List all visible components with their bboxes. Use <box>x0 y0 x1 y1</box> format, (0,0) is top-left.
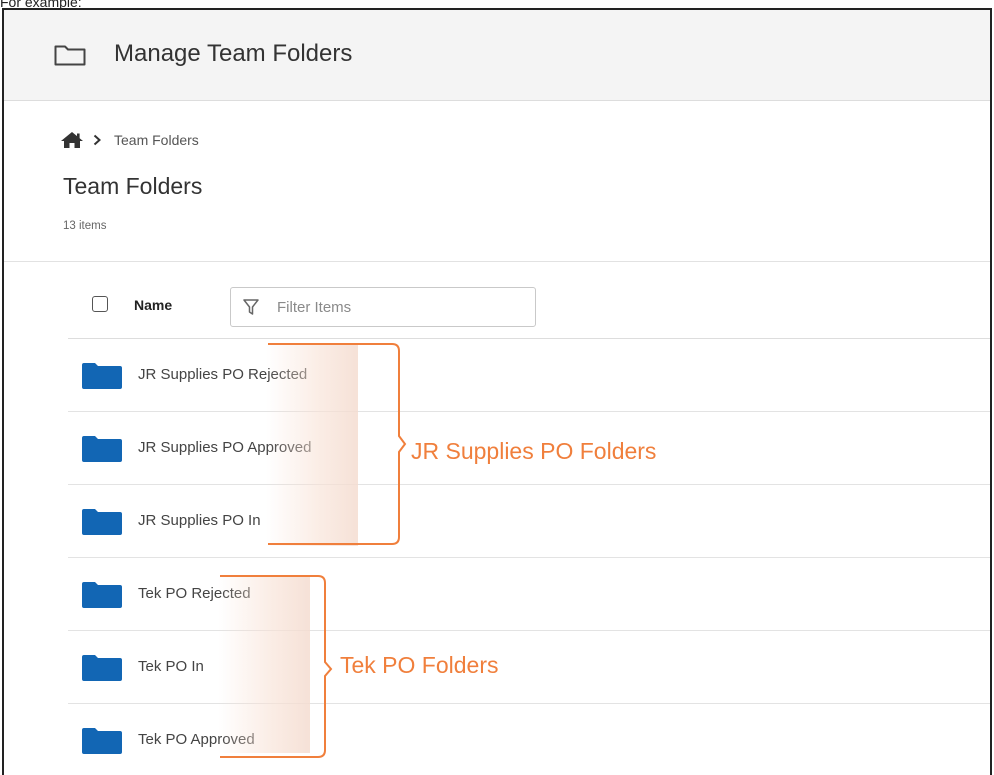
app-window: Manage Team Folders Team Folders Team Fo… <box>2 8 992 775</box>
list-item[interactable]: JR Supplies PO Rejected <box>68 339 990 412</box>
folder-outline-icon <box>54 45 86 66</box>
filter-input[interactable] <box>277 297 517 317</box>
folder-name[interactable]: Tek PO In <box>138 658 204 675</box>
chevron-right-icon <box>93 134 101 146</box>
folder-icon <box>82 655 122 681</box>
breadcrumb-current[interactable]: Team Folders <box>114 132 199 148</box>
folder-list: JR Supplies PO Rejected JR Supplies PO A… <box>68 339 990 775</box>
home-icon[interactable] <box>60 131 84 149</box>
page-title: Team Folders <box>63 173 203 199</box>
list-item[interactable]: JR Supplies PO In <box>68 485 990 558</box>
bracket-icon <box>220 575 333 758</box>
list-item[interactable]: Tek PO Approved <box>68 704 990 775</box>
annotation-label: Tek PO Folders <box>340 652 499 678</box>
folder-name[interactable]: JR Supplies PO In <box>138 512 261 529</box>
annotation-label: JR Supplies PO Folders <box>411 438 657 464</box>
app-header: Manage Team Folders <box>4 10 990 101</box>
name-column-header[interactable]: Name <box>134 297 172 313</box>
list-item[interactable]: Tek PO Rejected <box>68 558 990 631</box>
folder-icon <box>82 509 122 535</box>
item-count: 13 items <box>63 220 107 232</box>
folder-icon <box>82 363 122 389</box>
folder-icon <box>82 436 122 462</box>
select-all-checkbox[interactable] <box>92 296 108 312</box>
list-item[interactable]: Tek PO In <box>68 631 990 704</box>
folder-icon <box>82 582 122 608</box>
bracket-icon <box>268 343 407 545</box>
divider <box>4 261 990 262</box>
list-header: Name <box>68 272 990 339</box>
filter-box[interactable] <box>230 287 536 327</box>
filter-icon <box>243 299 259 315</box>
breadcrumb: Team Folders <box>60 130 199 150</box>
folder-icon <box>82 728 122 754</box>
app-title: Manage Team Folders <box>114 40 353 67</box>
